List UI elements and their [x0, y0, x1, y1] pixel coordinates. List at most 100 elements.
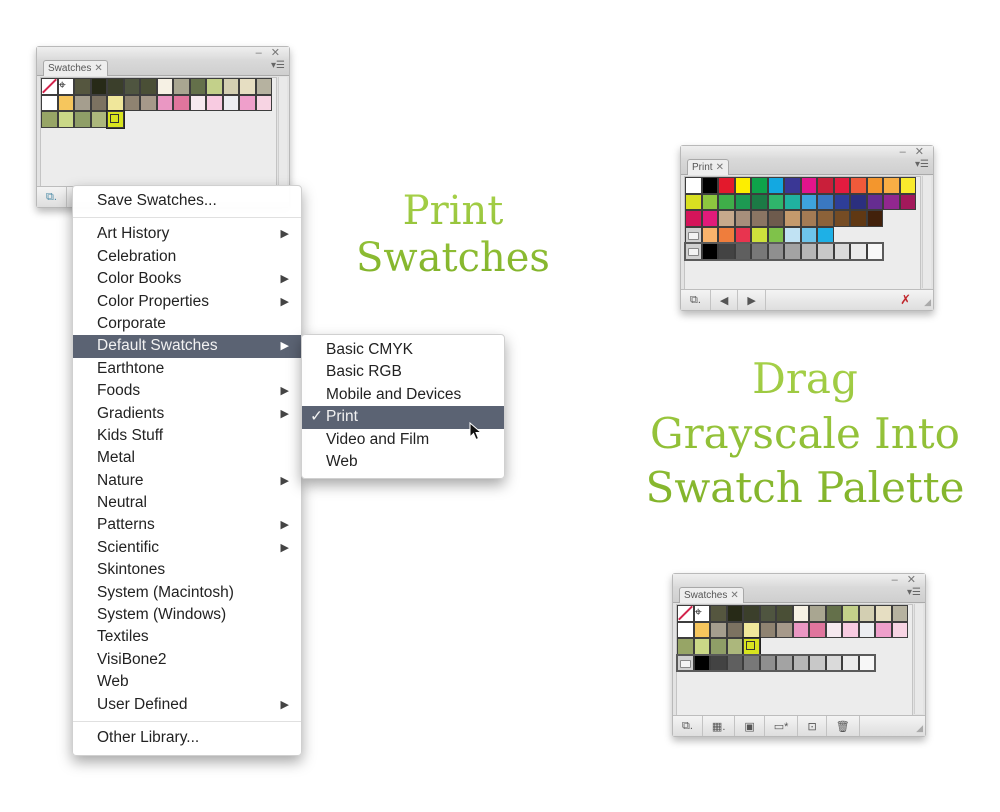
- swatch[interactable]: [817, 226, 834, 243]
- swatch[interactable]: [685, 177, 702, 194]
- swatch[interactable]: [800, 210, 817, 227]
- swatch[interactable]: [140, 78, 157, 95]
- swatch[interactable]: [751, 193, 768, 210]
- menu-item-user-defined[interactable]: User Defined ▶: [73, 694, 301, 716]
- panel-menu-icon[interactable]: ▾☰: [907, 587, 921, 598]
- swatch[interactable]: [701, 177, 718, 194]
- swatch[interactable]: [776, 621, 793, 638]
- swatch[interactable]: [833, 177, 850, 194]
- menu-item-save-swatches[interactable]: Save Swatches...: [73, 190, 301, 212]
- swatch[interactable]: [792, 621, 809, 638]
- menu-item-earthtone[interactable]: Earthtone: [73, 358, 301, 380]
- swatch[interactable]: [825, 605, 842, 622]
- menu-item-celebration[interactable]: Celebration: [73, 246, 301, 268]
- swatch[interactable]: [776, 605, 793, 622]
- swatch[interactable]: [866, 193, 883, 210]
- tab-print[interactable]: Print ✕: [687, 159, 729, 175]
- swatch[interactable]: [206, 78, 223, 95]
- menu-item-color-properties[interactable]: Color Properties ▶: [73, 291, 301, 313]
- scrollbar[interactable]: [914, 604, 923, 714]
- swatch[interactable]: [255, 94, 272, 111]
- swatch[interactable]: [222, 94, 239, 111]
- swatch[interactable]: [899, 177, 916, 194]
- swatch[interactable]: [74, 94, 91, 111]
- swatch[interactable]: [800, 226, 817, 243]
- swatch[interactable]: [57, 94, 74, 111]
- swatch[interactable]: [734, 177, 751, 194]
- swatch[interactable]: [759, 621, 776, 638]
- panel-menu-icon[interactable]: ▾☰: [271, 60, 285, 71]
- previous-library-icon[interactable]: ◀: [711, 290, 739, 310]
- color-group-folder-icon[interactable]: [685, 226, 702, 243]
- swatch[interactable]: [833, 210, 850, 227]
- swatch[interactable]: [677, 621, 694, 638]
- menu-item-patterns[interactable]: Patterns ▶: [73, 514, 301, 536]
- swatch[interactable]: [825, 621, 842, 638]
- menu-item-nature[interactable]: Nature ▶: [73, 470, 301, 492]
- menu-item-web[interactable]: Web: [73, 671, 301, 693]
- menu-item-metal[interactable]: Metal: [73, 447, 301, 469]
- swatch[interactable]: [701, 226, 718, 243]
- menu-item-color-books[interactable]: Color Books ▶: [73, 268, 301, 290]
- swatch[interactable]: [140, 94, 157, 111]
- swatch[interactable]: [734, 210, 751, 227]
- swatch[interactable]: [726, 638, 743, 655]
- selected-swatch[interactable]: [106, 110, 125, 129]
- tab-swatches[interactable]: Swatches ✕: [679, 587, 744, 603]
- swatch[interactable]: [784, 177, 801, 194]
- resize-grip-icon[interactable]: ◢: [924, 297, 931, 308]
- swatch[interactable]: [767, 193, 784, 210]
- swatch[interactable]: [817, 193, 834, 210]
- submenu-item-web[interactable]: Web: [302, 451, 504, 473]
- swatch[interactable]: [718, 177, 735, 194]
- swatch[interactable]: [710, 638, 727, 655]
- swatch[interactable]: [123, 94, 140, 111]
- swatch[interactable]: [90, 78, 107, 95]
- menu-item-corporate[interactable]: Corporate: [73, 313, 301, 335]
- resize-grip-icon[interactable]: ◢: [916, 723, 923, 734]
- swatch[interactable]: [875, 621, 892, 638]
- swatch[interactable]: [173, 94, 190, 111]
- swatch-options-icon[interactable]: ▣: [735, 716, 765, 736]
- swatch-libraries-menu-icon[interactable]: ⧉.: [681, 290, 711, 310]
- swatch[interactable]: [255, 78, 272, 95]
- swatch[interactable]: [800, 193, 817, 210]
- delete-swatch-icon[interactable]: 🗑: [827, 716, 860, 736]
- swatch[interactable]: [726, 621, 743, 638]
- registration-swatch[interactable]: [57, 77, 74, 95]
- swatch[interactable]: [751, 177, 768, 194]
- swatch[interactable]: [767, 210, 784, 227]
- swatch[interactable]: [743, 605, 760, 622]
- swatch[interactable]: [57, 111, 74, 128]
- swatch[interactable]: [189, 94, 206, 111]
- menu-item-visibone2[interactable]: VisiBone2: [73, 649, 301, 671]
- swatch[interactable]: [710, 605, 727, 622]
- swatch[interactable]: [850, 177, 867, 194]
- menu-item-textiles[interactable]: Textiles: [73, 626, 301, 648]
- swatch[interactable]: [222, 78, 239, 95]
- swatch[interactable]: [784, 210, 801, 227]
- swatch[interactable]: [833, 193, 850, 210]
- swatch[interactable]: [107, 78, 124, 95]
- tab-swatches[interactable]: Swatches ✕: [43, 60, 108, 76]
- menu-item-scientific[interactable]: Scientific ▶: [73, 537, 301, 559]
- swatch[interactable]: [685, 193, 702, 210]
- swatch[interactable]: [41, 111, 58, 128]
- swatch[interactable]: [751, 226, 768, 243]
- submenu-item-basic-rgb[interactable]: Basic RGB: [302, 361, 504, 383]
- swatch[interactable]: [858, 621, 875, 638]
- swatch[interactable]: [173, 78, 190, 95]
- swatch[interactable]: [718, 226, 735, 243]
- swatch[interactable]: [751, 210, 768, 227]
- grayscale-color-group[interactable]: [684, 242, 884, 261]
- swatch[interactable]: [850, 193, 867, 210]
- panel-titlebar[interactable]: – ✕: [673, 574, 925, 586]
- menu-item-skintones[interactable]: Skintones: [73, 559, 301, 581]
- swatch[interactable]: [809, 621, 826, 638]
- registration-swatch[interactable]: [693, 604, 710, 622]
- swatch[interactable]: [899, 193, 916, 210]
- new-swatch-icon[interactable]: ⊡: [798, 716, 827, 736]
- menu-item-system-macintosh[interactable]: System (Macintosh): [73, 582, 301, 604]
- swatch[interactable]: [842, 605, 859, 622]
- swatch[interactable]: [817, 210, 834, 227]
